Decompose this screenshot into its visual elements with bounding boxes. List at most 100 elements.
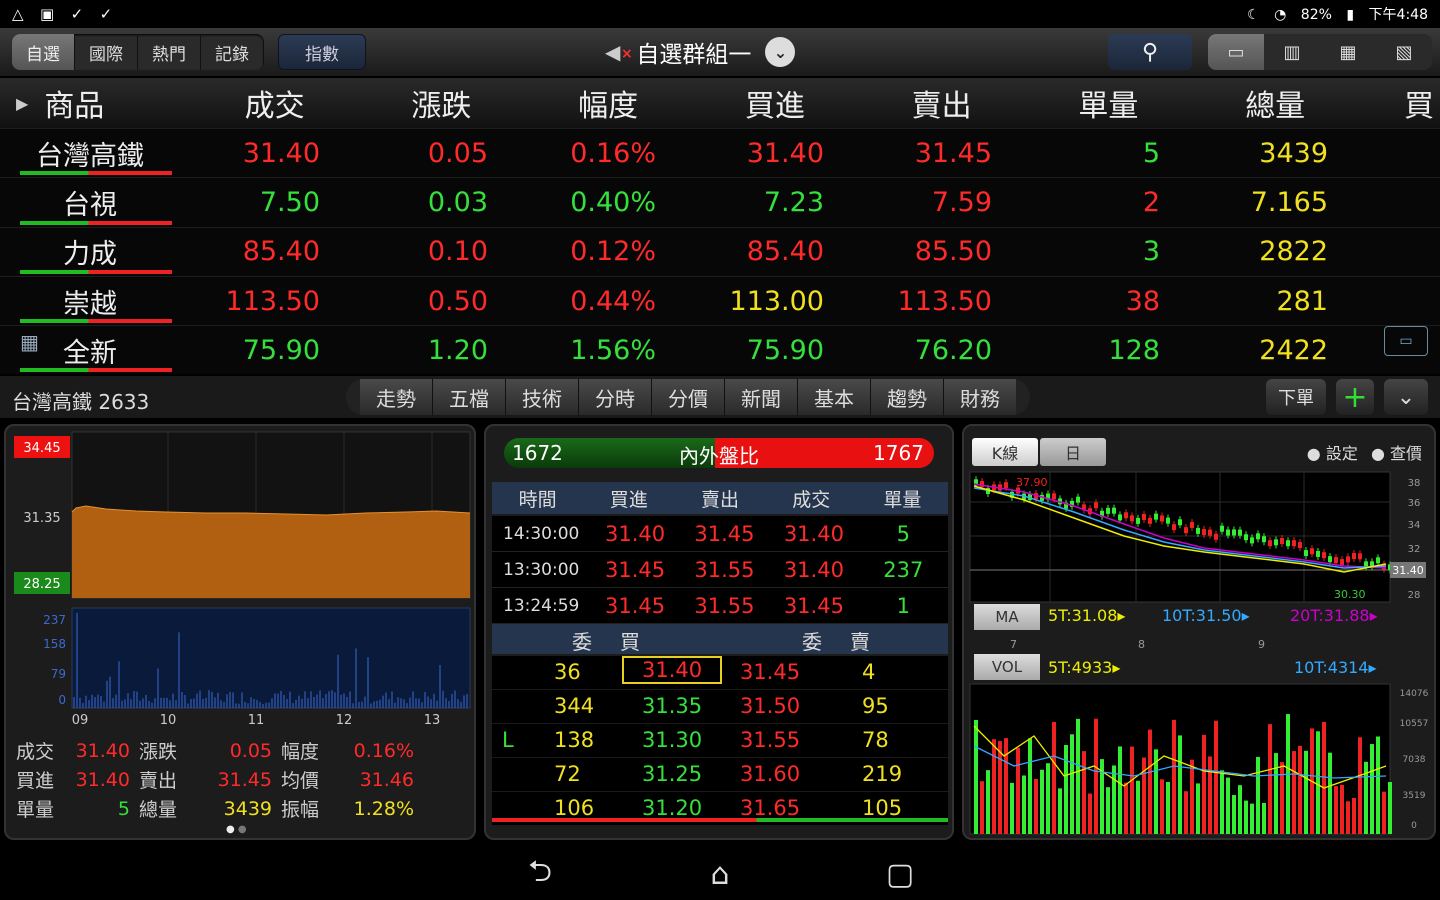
price-range-bar (20, 269, 172, 274)
product-name[interactable]: 台視 (0, 183, 180, 222)
tab-technical[interactable]: 技術 (506, 379, 579, 415)
table-row[interactable]: 崇越 113.50 0.50 0.44% 113.00 113.50 38 281 (0, 275, 1440, 326)
group-selector[interactable]: ◀ × 自選群組一 ⌄ (605, 34, 796, 70)
product-name[interactable]: 力成 (0, 232, 180, 271)
view-chart-icon[interactable]: ▧ (1376, 34, 1432, 70)
ma5-value: 5T:31.08▸ (1048, 606, 1126, 625)
cell-change: 0.05 (427, 137, 488, 169)
tab-five-levels[interactable]: 五檔 (433, 379, 506, 415)
vol-button[interactable]: VOL (974, 654, 1040, 680)
ma-button[interactable]: MA (974, 604, 1040, 630)
add-icon[interactable]: + (1336, 379, 1374, 415)
ask-price[interactable]: 31.50 (740, 694, 800, 718)
bid-price[interactable]: 31.35 (642, 694, 702, 718)
candle (1178, 519, 1182, 526)
header-buy[interactable]: 買 (1359, 81, 1440, 125)
header-total[interactable]: 總量 (1192, 81, 1359, 125)
tick-trade: 31.40 (783, 521, 844, 546)
table-row[interactable]: 全新 75.90 1.20 1.56% 75.90 76.20 128 2422 (0, 325, 1440, 375)
grid-menu-icon[interactable]: ▦ (20, 330, 39, 354)
candle (1340, 559, 1344, 566)
header-pct[interactable]: 幅度 (525, 81, 692, 125)
product-name[interactable]: 崇越 (0, 282, 180, 321)
tab-watchlist[interactable]: 自選 (12, 34, 75, 70)
view-grid-icon[interactable]: ▦ (1320, 34, 1376, 70)
volume-bar (1190, 759, 1194, 834)
bid-price[interactable]: 31.25 (642, 762, 702, 786)
view-mode-group: ▭ ▥ ▦ ▧ (1208, 34, 1432, 70)
price-axis-label: 36 (1408, 498, 1421, 509)
bid-price[interactable]: 31.20 (642, 796, 702, 820)
sort-arrow-icon[interactable]: ▶ (16, 94, 28, 113)
volume-bar (1184, 791, 1188, 834)
header-ask[interactable]: 賣出 (858, 81, 1025, 125)
tab-history[interactable]: 記錄 (201, 34, 264, 70)
vol-axis-label: 7038 (1403, 755, 1426, 765)
group-title[interactable]: 自選群組一 (636, 35, 751, 69)
battery-level: 82% (1300, 7, 1332, 23)
search-button[interactable]: ⚲ (1108, 34, 1192, 70)
tab-financial[interactable]: 財務 (944, 379, 1016, 415)
ask-price[interactable]: 31.45 (740, 660, 800, 684)
tab-trend[interactable]: 走勢 (360, 379, 433, 415)
volume-bar (1208, 756, 1212, 834)
tab-timesales[interactable]: 分時 (579, 379, 652, 415)
candle (1226, 529, 1230, 536)
y-label-mid: 31.35 (23, 511, 60, 526)
back-icon[interactable]: ⮌ (450, 849, 630, 900)
view-columns-icon[interactable]: ▥ (1264, 34, 1320, 70)
label-trade: 成交 (16, 741, 55, 763)
candle (1148, 517, 1152, 524)
ask-price[interactable]: 31.60 (740, 762, 800, 786)
cell-vol: 3 (1142, 236, 1160, 268)
book-row: 344 31.35 31.50 95 (492, 690, 948, 724)
search-icon: ⚲ (1141, 39, 1159, 65)
view-single-icon[interactable]: ▭ (1208, 34, 1264, 70)
header-vol[interactable]: 單量 (1025, 81, 1192, 125)
candle (1250, 537, 1254, 544)
candle (1052, 493, 1056, 500)
table-header: ▶ 商品 成交 漲跌 幅度 買進 賣出 單量 總量 買 (0, 78, 1440, 128)
candle (1214, 533, 1218, 540)
tab-hot[interactable]: 熱門 (138, 34, 201, 70)
tab-fundamental[interactable]: 基本 (798, 379, 871, 415)
home-icon[interactable]: ⌂ (630, 857, 810, 892)
chevron-down-icon[interactable]: ⌄ (765, 37, 796, 67)
cell-vol: 2 (1142, 186, 1160, 218)
bid-price[interactable]: 31.40 (622, 656, 723, 684)
tab-trends[interactable]: 趨勢 (871, 379, 944, 415)
table-row[interactable]: 台灣高鐵 31.40 0.05 0.16% 31.40 31.45 5 3439 (0, 128, 1440, 178)
volume-bar (1082, 751, 1086, 834)
x-label: 11 (248, 713, 265, 726)
tab-international[interactable]: 國際 (75, 34, 138, 70)
index-button[interactable]: 指數 (278, 34, 366, 70)
ask-price[interactable]: 31.65 (740, 796, 800, 820)
volume-bar (1244, 800, 1248, 834)
header-product[interactable]: 商品 (28, 81, 191, 125)
product-name[interactable]: 台灣高鐵 (0, 134, 180, 173)
table-row[interactable]: 力成 85.40 0.10 0.12% 85.40 85.50 3 2822 (0, 226, 1440, 276)
bid-price[interactable]: 31.30 (642, 728, 702, 752)
tick-bid: 31.45 (605, 593, 666, 618)
ask-price[interactable]: 31.55 (740, 728, 800, 752)
tab-news[interactable]: 新聞 (725, 379, 798, 415)
header-change[interactable]: 漲跌 (358, 81, 525, 125)
header-trade: 成交 (792, 488, 831, 511)
candle (1172, 524, 1176, 531)
status-bar: △ ▣ ✓ ✓ ☾ ◔ 82% ▮ 下午4:48 (0, 0, 1440, 28)
volume-bar (1070, 734, 1074, 834)
volume-bar (1316, 731, 1320, 834)
candle (1142, 513, 1146, 520)
keyboard-icon[interactable]: ▭ (1384, 326, 1428, 356)
recents-icon[interactable]: ▢ (810, 857, 990, 892)
header-bid[interactable]: 買進 (692, 81, 859, 125)
mute-icon[interactable]: ◀ × (605, 40, 633, 64)
header-price[interactable]: 成交 (191, 81, 358, 125)
volume-bar (986, 770, 990, 834)
chevron-down-icon[interactable]: ⌄ (1384, 379, 1428, 415)
bid-qty: 36 (554, 660, 581, 684)
candle (1280, 537, 1284, 544)
tab-price-volume[interactable]: 分價 (652, 379, 725, 415)
table-row[interactable]: 台視 7.50 0.03 0.40% 7.23 7.59 2 7.165 (0, 177, 1440, 227)
order-button[interactable]: 下單 (1266, 379, 1326, 415)
